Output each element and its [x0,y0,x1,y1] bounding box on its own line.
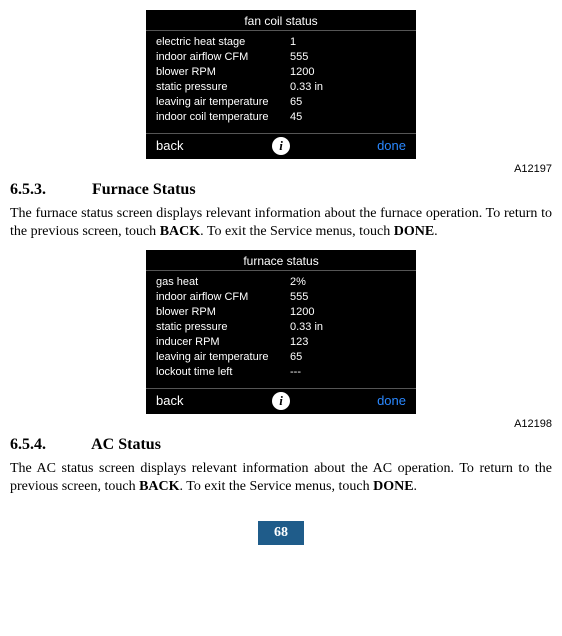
status-row: static pressure0.33 in [156,80,406,95]
status-rows: electric heat stage1 indoor airflow CFM5… [146,31,416,133]
row-label: static pressure [156,320,286,335]
row-label: indoor coil temperature [156,110,286,125]
row-label: blower RPM [156,65,286,80]
row-label: inducer RPM [156,335,286,350]
row-value: 1200 [286,305,406,320]
status-row: leaving air temperature65 [156,95,406,110]
figure-caption: A12198 [10,418,552,430]
bottom-bar: back i done [146,134,416,159]
row-value: 65 [286,95,406,110]
section-title: Furnace Status [92,181,196,198]
back-button[interactable]: back [156,138,183,153]
row-value: 555 [286,50,406,65]
row-value: 2% [286,275,406,290]
done-button[interactable]: done [377,393,406,408]
row-value: 65 [286,350,406,365]
section-paragraph: The furnace status screen displays relev… [10,205,552,240]
status-row: leaving air temperature65 [156,350,406,365]
figure-furnace: furnace status gas heat2% indoor airflow… [10,250,552,414]
section-heading-furnace: 6.5.3. Furnace Status [10,181,552,199]
row-label: blower RPM [156,305,286,320]
status-row: electric heat stage1 [156,35,406,50]
row-label: lockout time left [156,365,286,380]
furnace-screen: furnace status gas heat2% indoor airflow… [146,250,416,414]
row-value: 0.33 in [286,80,406,95]
fan-coil-screen: fan coil status electric heat stage1 ind… [146,10,416,159]
status-row: blower RPM1200 [156,305,406,320]
row-label: static pressure [156,80,286,95]
section-number: 6.5.3. [10,181,88,199]
screen-title: fan coil status [146,10,416,30]
status-row: lockout time left--- [156,365,406,380]
row-value: 123 [286,335,406,350]
status-row: static pressure0.33 in [156,320,406,335]
row-value: --- [286,365,406,380]
row-label: leaving air temperature [156,350,286,365]
figure-fan-coil: fan coil status electric heat stage1 ind… [10,10,552,159]
status-row: indoor airflow CFM555 [156,50,406,65]
row-label: electric heat stage [156,35,286,50]
row-label: indoor airflow CFM [156,290,286,305]
info-icon[interactable]: i [272,392,290,410]
row-value: 45 [286,110,406,125]
bottom-bar: back i done [146,389,416,414]
section-number: 6.5.4. [10,436,88,454]
row-value: 0.33 in [286,320,406,335]
row-value: 555 [286,290,406,305]
section-title: AC Status [91,436,161,453]
info-icon[interactable]: i [272,137,290,155]
row-value: 1200 [286,65,406,80]
page-number-wrap: 68 [10,521,552,545]
row-label: leaving air temperature [156,95,286,110]
back-button[interactable]: back [156,393,183,408]
status-row: indoor airflow CFM555 [156,290,406,305]
status-row: indoor coil temperature45 [156,110,406,125]
figure-caption: A12197 [10,163,552,175]
row-value: 1 [286,35,406,50]
status-row: gas heat2% [156,275,406,290]
row-label: indoor airflow CFM [156,50,286,65]
status-row: blower RPM1200 [156,65,406,80]
status-rows: gas heat2% indoor airflow CFM555 blower … [146,271,416,388]
done-button[interactable]: done [377,138,406,153]
status-row: inducer RPM123 [156,335,406,350]
page-number: 68 [258,521,304,545]
section-paragraph: The AC status screen displays relevant i… [10,460,552,495]
row-label: gas heat [156,275,286,290]
section-heading-ac: 6.5.4. AC Status [10,436,552,454]
screen-title: furnace status [146,250,416,270]
